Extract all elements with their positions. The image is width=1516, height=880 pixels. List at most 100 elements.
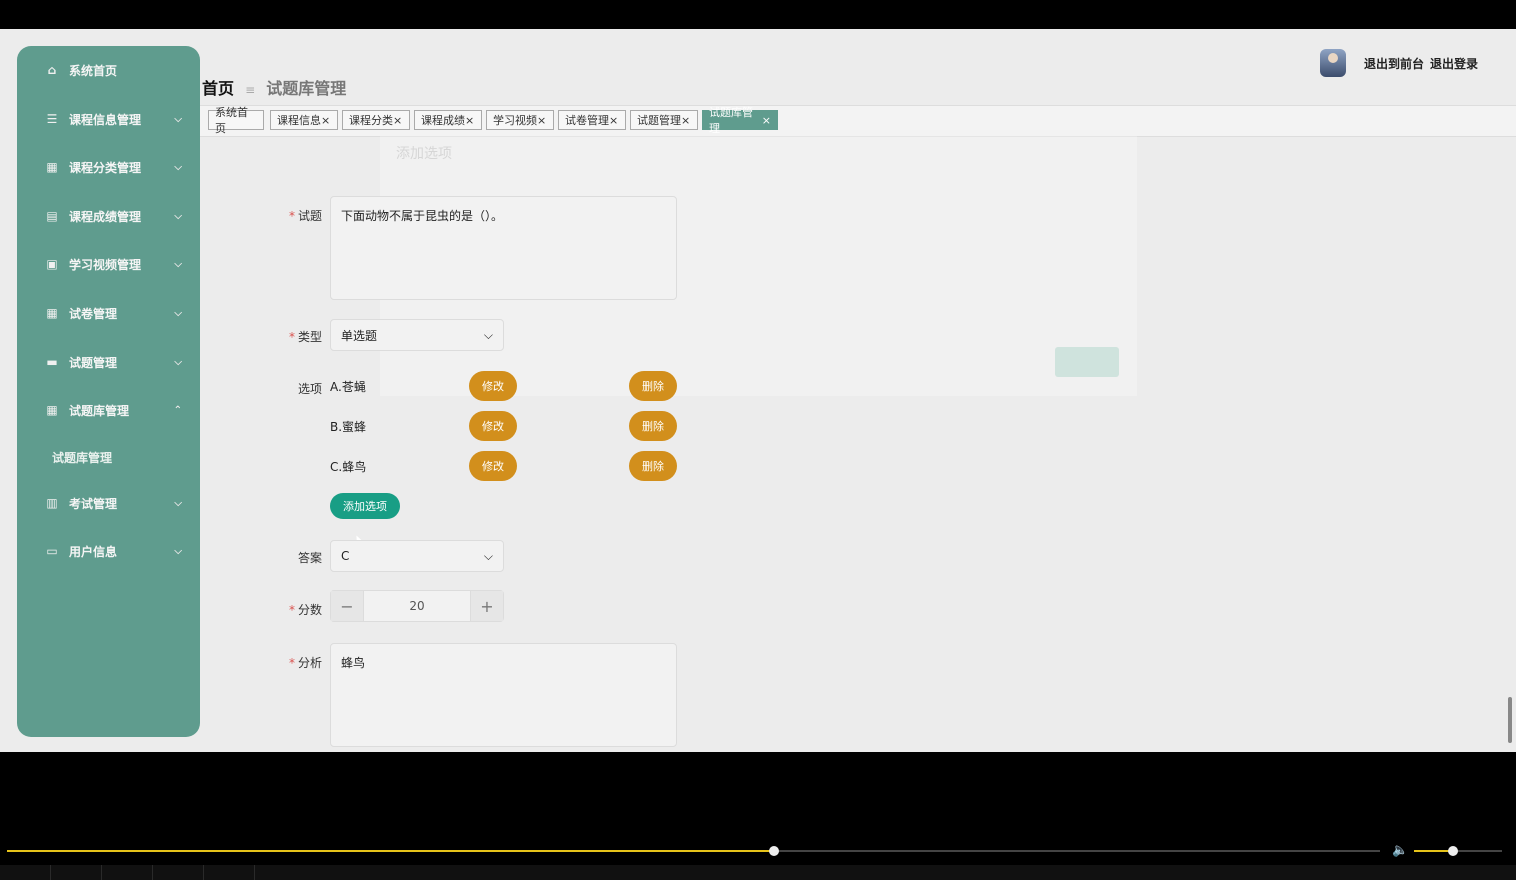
close-icon[interactable]: × [681,114,690,127]
sidebar-item-exam-paper[interactable]: ▦ 试卷管理 ⌵ [17,298,200,328]
player-bottom-strip [0,865,1516,880]
volume-icon[interactable]: 🔈 [1392,843,1408,858]
tab-course-category[interactable]: 课程分类 × [342,110,410,130]
analysis-text: 蜂鸟 [341,656,366,670]
chevron-up-icon: ⌃ [173,404,182,416]
sidebar-item-course-score[interactable]: ▤ 课程成绩管理 ⌵ [17,201,200,231]
tab-study-video[interactable]: 学习视频 × [486,110,554,130]
clipboard-icon: ▥ [46,496,58,510]
question-label-text: 试题 [297,209,322,223]
chevron-down-icon: ⌵ [174,497,182,509]
options-label: 选项 [262,380,322,397]
video-icon: ▣ [46,257,58,271]
analysis-textarea[interactable]: 蜂鸟 [330,643,677,747]
option-delete-button[interactable]: 删除 [629,371,677,401]
tab-home[interactable]: 系统首页 [208,106,264,135]
breadcrumb: 首页 ≡ 试题库管理 [202,75,346,99]
chart-icon: ▤ [46,209,58,223]
option-edit-button[interactable]: 修改 [469,411,517,441]
video-player-bar: 🔈 [0,838,1516,864]
close-icon[interactable]: × [609,114,618,127]
sidebar-item-label: 课程分类管理 [69,160,142,175]
sidebar-item-study-video[interactable]: ▣ 学习视频管理 ⌵ [17,249,200,279]
options-label-text: 选项 [297,382,322,396]
answer-label: 答案 [262,549,322,566]
type-select[interactable]: 单选题 ⌵ [330,319,504,351]
decrease-button[interactable]: − [331,591,363,621]
sidebar-item-label: 课程信息管理 [69,112,142,127]
option-edit-button[interactable]: 修改 [469,451,517,481]
progress-knob[interactable] [769,846,779,856]
tab-label: 试卷管理 [565,114,609,127]
analysis-label: * 分析 [262,654,322,671]
background-modal-title: 添加选项 [396,146,452,162]
breadcrumb-separator-icon: ≡ [245,83,256,97]
tab-exam-paper[interactable]: 试卷管理 × [558,110,626,130]
sidebar-subitem-question-bank[interactable]: 试题库管理 [52,449,112,466]
sidebar: ⌂ 系统首页 ☰ 课程信息管理 ⌵ ▦ 课程分类管理 ⌵ ▤ 课程成绩管理 ⌵ … [17,46,200,737]
tab-label: 试题管理 [637,114,681,127]
close-icon[interactable]: × [393,114,402,127]
sidebar-item-label: 试题库管理 [69,403,130,418]
option-text: A.苍蝇 [330,380,366,394]
score-stepper: − 20 + [330,590,504,622]
required-mark: * [288,330,295,344]
user-area: 退出到前台 退出登录 [1319,49,1478,77]
analysis-label-text: 分析 [297,656,322,670]
score-label: * 分数 [262,601,322,618]
tab-course-info[interactable]: 课程信息 × [270,110,338,130]
sidebar-item-label: 试卷管理 [69,306,118,321]
grid-icon: ▦ [46,160,58,174]
close-icon[interactable]: × [762,114,771,127]
chevron-down-icon: ⌵ [483,548,493,563]
add-option-button[interactable]: 添加选项 [330,493,400,519]
tab-bar: 系统首页 课程信息 × 课程分类 × 课程成绩 × 学习视频 × 试卷管理 × 试题管理 ×… [200,105,1516,137]
breadcrumb-home[interactable]: 首页 [202,79,234,98]
question-label: * 试题 [262,207,322,224]
close-icon[interactable]: × [321,114,330,127]
sidebar-item-exam[interactable]: ▥ 考试管理 ⌵ [17,488,200,518]
question-textarea[interactable]: 下面动物不属于昆虫的是（）。 [330,196,677,300]
chevron-down-icon: ⌵ [174,545,182,557]
tab-label: 课程信息 [277,114,321,127]
tab-question[interactable]: 试题管理 × [630,110,698,130]
sidebar-item-user-info[interactable]: ▭ 用户信息 ⌵ [17,536,200,566]
sidebar-item-course-info[interactable]: ☰ 课程信息管理 ⌵ [17,104,200,134]
logout-link[interactable]: 退出登录 [1430,55,1478,72]
close-icon[interactable]: × [537,114,546,127]
back-to-front-link[interactable]: 退出到前台 [1364,55,1424,72]
sidebar-item-question[interactable]: ▬ 试题管理 ⌵ [17,347,200,377]
answer-value: C [341,549,350,563]
option-delete-button[interactable]: 删除 [629,451,677,481]
type-label: * 类型 [262,328,322,345]
avatar[interactable] [1319,49,1346,77]
required-mark: * [288,656,295,670]
question-text: 下面动物不属于昆虫的是（）。 [341,209,504,223]
background-modal-confirm-button [1055,347,1119,377]
sidebar-item-label: 系统首页 [69,63,118,78]
sidebar-item-home[interactable]: ⌂ 系统首页 [17,55,200,85]
option-text: C.蜂鸟 [330,460,367,474]
tab-label: 系统首页 [215,106,248,135]
close-icon[interactable]: × [465,114,474,127]
option-delete-button[interactable]: 删除 [629,411,677,441]
breadcrumb-current: 试题库管理 [266,79,347,98]
chevron-down-icon: ⌵ [174,356,182,368]
progress-fill [7,850,774,852]
sidebar-item-course-category[interactable]: ▦ 课程分类管理 ⌵ [17,152,200,182]
tab-question-bank[interactable]: 试题库管理 × [702,106,778,135]
sidebar-item-label: 试题管理 [69,355,118,370]
chevron-down-icon: ⌵ [174,258,182,270]
sidebar-item-question-bank[interactable]: ▦ 试题库管理 ⌃ [17,395,200,425]
volume-knob[interactable] [1448,846,1458,856]
tab-course-score[interactable]: 课程成绩 × [414,110,482,130]
grid-icon: ▦ [46,306,58,320]
grid-icon: ▦ [46,403,58,417]
increase-button[interactable]: + [471,591,503,621]
answer-label-text: 答案 [297,551,322,565]
score-input[interactable]: 20 [363,591,471,621]
option-edit-button[interactable]: 修改 [469,371,517,401]
answer-select[interactable]: C ⌵ [330,540,504,572]
page-scrollbar[interactable] [1508,697,1512,743]
option-text: B.蜜蜂 [330,420,367,434]
